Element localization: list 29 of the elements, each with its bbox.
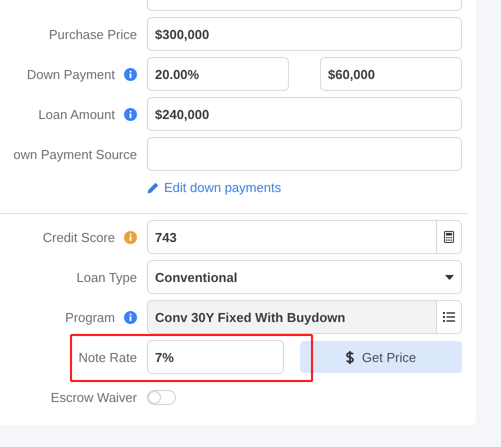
field-label: Purchase Price <box>48 26 137 42</box>
field-label: Credit Score <box>42 230 115 244</box>
field-label: Loan Amount <box>38 106 115 122</box>
caret-icon <box>445 274 454 280</box>
input-field[interactable]: $300,000 <box>147 17 462 51</box>
input-field[interactable]: 743 <box>147 220 437 254</box>
edit-link[interactable]: Edit down payments <box>147 179 476 196</box>
input-field[interactable]: $240,000 <box>147 97 462 131</box>
field-label: own Payment Source <box>13 146 137 162</box>
field-label: Loan Type <box>76 270 137 284</box>
addon-button[interactable] <box>437 220 462 254</box>
addon-button[interactable] <box>437 300 462 334</box>
input-field[interactable]: $60,000 <box>320 57 462 91</box>
list-icon <box>443 312 455 322</box>
field-label: Program <box>65 310 115 324</box>
field-label: Down Payment <box>26 66 115 82</box>
toggle-switch[interactable] <box>147 390 176 404</box>
pencil-icon <box>147 182 159 194</box>
calculator-icon <box>444 231 454 243</box>
input-field[interactable]: 7% <box>147 340 284 374</box>
get-price-button[interactable]: Get Price <box>300 341 462 373</box>
input-field[interactable]: Conv 30Y Fixed With Buydown <box>147 300 437 334</box>
select-field[interactable]: Conventional <box>147 260 462 294</box>
input-field[interactable]: 20.00% <box>147 57 289 91</box>
input-field[interactable] <box>147 0 462 11</box>
field-label: Escrow Waiver <box>50 390 137 404</box>
input-field[interactable] <box>147 137 462 171</box>
dollar-icon <box>346 350 354 364</box>
field-label: Note Rate <box>78 350 137 364</box>
